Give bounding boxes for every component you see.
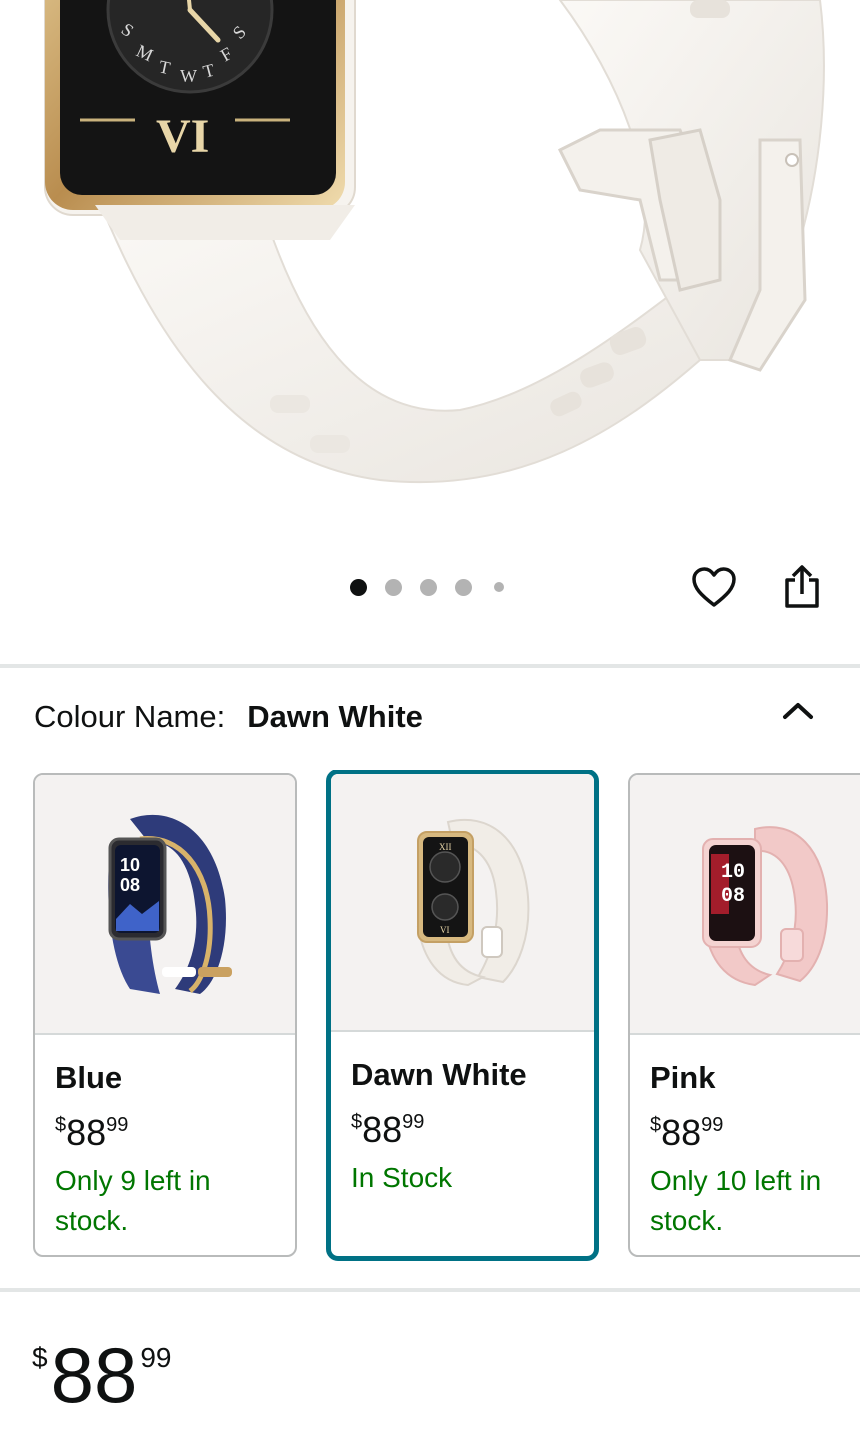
swatch-thumbnail: 10 08 [630, 775, 860, 1035]
svg-text:VI: VI [440, 925, 450, 935]
collapse-colour-button[interactable] [776, 690, 820, 730]
swatch-name: Pink [650, 1060, 716, 1095]
price-currency: $ [32, 1342, 48, 1373]
colour-name-row: Colour Name: Dawn White [34, 697, 423, 737]
image-carousel-dots[interactable] [350, 577, 522, 597]
price-whole: 88 [50, 1331, 138, 1419]
watch-pink-thumbnail-icon: 10 08 [702, 826, 829, 987]
colour-swatch-carousel[interactable]: 10 08 Blue $8899 Only 9 left in stock. X… [0, 770, 860, 1265]
swatch-name: Blue [55, 1060, 123, 1095]
swatch-stock-status: Only 10 left in stock. [650, 1165, 822, 1236]
carousel-dot[interactable] [455, 578, 472, 596]
svg-text:08: 08 [721, 885, 745, 908]
carousel-dot[interactable] [494, 582, 504, 592]
swatch-thumbnail: XII VI [331, 774, 594, 1032]
carousel-dot[interactable] [385, 578, 402, 596]
swatch-pink[interactable]: 10 08 Pink $8899 Only 10 left in stock. [628, 773, 860, 1257]
product-price: $ 88 99 [32, 1330, 172, 1420]
watch-white-thumbnail-icon: XII VI [416, 818, 529, 987]
selected-colour-value: Dawn White [247, 699, 423, 734]
carousel-dot-active[interactable] [350, 578, 367, 596]
watch-blue-thumbnail-icon: 10 08 [108, 814, 232, 994]
share-button[interactable] [777, 562, 827, 612]
swatch-price: $8899 [351, 1109, 425, 1150]
colour-label: Colour Name: [34, 699, 226, 734]
smartwatch-photo: S M T W T F S VI [44, 0, 825, 484]
wishlist-button[interactable] [689, 562, 739, 612]
price-fraction: 99 [140, 1342, 172, 1373]
swatch-blue[interactable]: 10 08 Blue $8899 Only 9 left in stock. [33, 773, 297, 1257]
swatch-dawn-white[interactable]: XII VI Dawn White $8899 In Stock [326, 770, 599, 1261]
swatch-price: $8899 [55, 1112, 129, 1153]
svg-text:XII: XII [439, 842, 452, 852]
svg-text:08: 08 [120, 875, 140, 895]
share-icon [785, 565, 819, 608]
chevron-up-icon [783, 703, 813, 719]
svg-text:W: W [180, 66, 197, 86]
heart-icon [692, 567, 736, 607]
svg-text:VI: VI [156, 110, 209, 163]
product-image[interactable]: S M T W T F S VI [0, 0, 860, 560]
section-divider [0, 1288, 860, 1292]
section-divider [0, 664, 860, 668]
swatch-stock-status: Only 9 left in stock. [55, 1165, 211, 1236]
swatch-stock-status: In Stock [351, 1162, 453, 1193]
swatch-name: Dawn White [351, 1057, 527, 1092]
svg-text:10: 10 [120, 855, 140, 875]
carousel-dot[interactable] [420, 578, 437, 596]
swatch-thumbnail: 10 08 [35, 775, 295, 1035]
swatch-price: $8899 [650, 1112, 724, 1153]
svg-text:10: 10 [721, 861, 745, 884]
